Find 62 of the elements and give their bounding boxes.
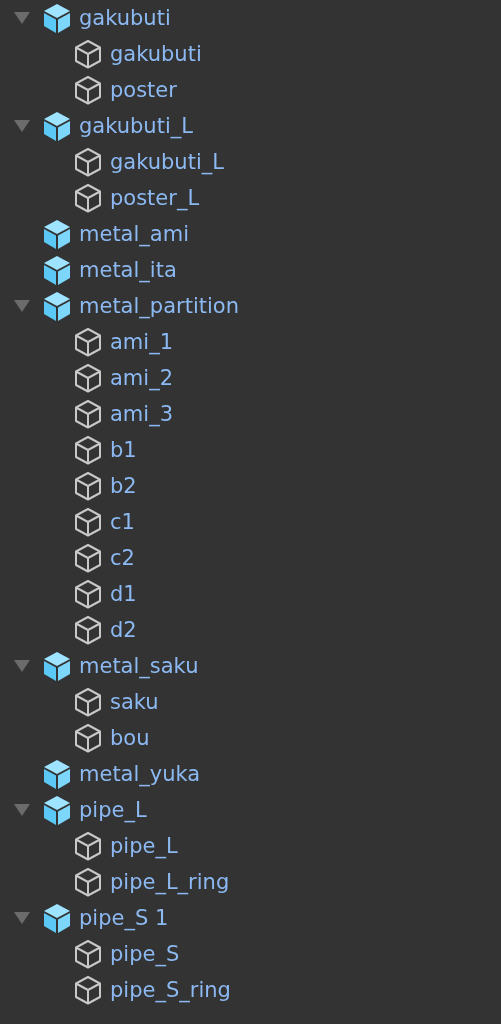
cube-icon xyxy=(41,794,73,826)
tree-item[interactable]: bou xyxy=(110,726,150,750)
cube-icon xyxy=(41,650,73,682)
cube-icon xyxy=(72,974,104,1006)
tree-item[interactable]: b1 xyxy=(110,438,137,462)
expand-arrow[interactable] xyxy=(13,11,31,25)
expand-arrow[interactable] xyxy=(13,659,31,673)
tree-item[interactable]: gakubuti xyxy=(110,42,202,66)
cube-icon xyxy=(72,398,104,430)
expand-arrow[interactable] xyxy=(13,299,31,313)
cube-icon xyxy=(41,218,73,250)
cube-icon xyxy=(72,542,104,574)
tree-item[interactable]: metal_ita xyxy=(79,258,177,282)
tree-item[interactable]: ami_1 xyxy=(110,330,174,354)
cube-icon xyxy=(72,182,104,214)
tree-item[interactable]: saku xyxy=(110,690,159,714)
cube-icon xyxy=(72,146,104,178)
cube-icon xyxy=(72,38,104,70)
tree-item[interactable]: pipe_S 1 xyxy=(79,906,169,930)
tree-item[interactable]: metal_partition xyxy=(79,294,239,318)
cube-icon xyxy=(72,362,104,394)
expand-arrow[interactable] xyxy=(13,911,31,925)
cube-icon xyxy=(72,506,104,538)
tree-item[interactable]: metal_saku xyxy=(79,654,199,678)
expand-arrow[interactable] xyxy=(13,119,31,133)
tree-item[interactable]: ami_3 xyxy=(110,402,174,426)
cube-icon xyxy=(72,614,104,646)
cube-icon xyxy=(72,938,104,970)
cube-icon xyxy=(72,830,104,862)
cube-icon xyxy=(41,902,73,934)
cube-icon xyxy=(72,470,104,502)
tree-item[interactable]: d2 xyxy=(110,618,137,642)
tree-item[interactable]: pipe_S xyxy=(110,942,180,966)
tree-item[interactable]: gakubuti_L xyxy=(110,150,224,174)
cube-icon xyxy=(72,326,104,358)
tree-item[interactable]: b2 xyxy=(110,474,137,498)
tree-item[interactable]: gakubuti xyxy=(79,6,171,30)
tree-item[interactable]: metal_ami xyxy=(79,222,189,246)
cube-icon xyxy=(72,686,104,718)
cube-icon xyxy=(72,866,104,898)
tree-item[interactable]: d1 xyxy=(110,582,137,606)
cube-icon xyxy=(41,2,73,34)
expand-arrow[interactable] xyxy=(13,803,31,817)
cube-icon xyxy=(41,758,73,790)
tree-item[interactable]: pipe_L xyxy=(110,834,178,858)
tree-item[interactable]: poster xyxy=(110,78,177,102)
tree-item[interactable]: ami_2 xyxy=(110,366,174,390)
cube-icon xyxy=(72,722,104,754)
tree-item[interactable]: metal_yuka xyxy=(79,762,201,786)
tree-item[interactable]: c2 xyxy=(110,546,135,570)
cube-icon xyxy=(72,74,104,106)
tree-item[interactable]: pipe_S_ring xyxy=(110,978,231,1002)
tree-item[interactable]: poster_L xyxy=(110,186,200,210)
cube-icon xyxy=(72,578,104,610)
cube-icon xyxy=(41,254,73,286)
tree-item[interactable]: pipe_L_ring xyxy=(110,870,230,894)
cube-icon xyxy=(41,110,73,142)
cube-icon xyxy=(72,434,104,466)
tree-item[interactable]: pipe_L xyxy=(79,798,147,822)
tree-item[interactable]: gakubuti_L xyxy=(79,114,193,138)
cube-icon xyxy=(41,290,73,322)
tree-item[interactable]: c1 xyxy=(110,510,135,534)
